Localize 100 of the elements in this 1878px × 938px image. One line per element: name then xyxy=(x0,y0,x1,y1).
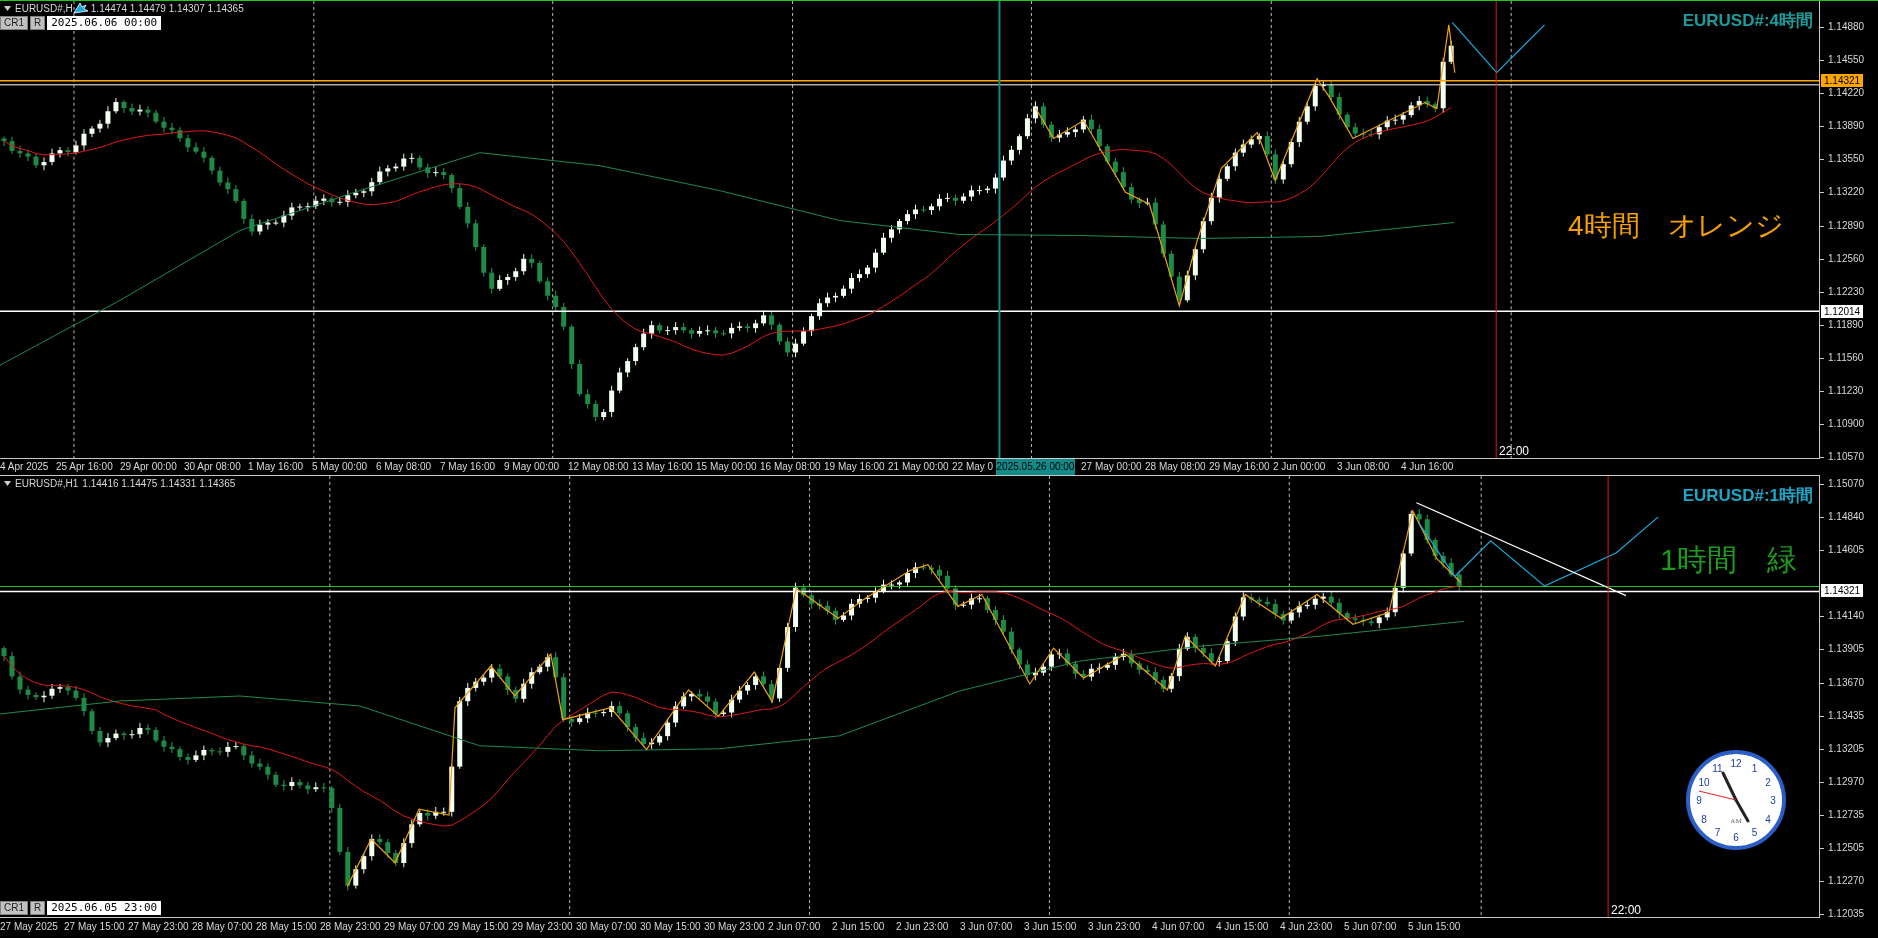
symbol-label: EURUSD#,H xyxy=(15,2,73,14)
time-tick-label: 12 May 08:00 xyxy=(568,460,630,474)
time-tick-label: 27 May 15:00 xyxy=(64,920,126,934)
price-tick-label: 1.13890 xyxy=(1828,119,1865,134)
price-tick-label: 1.12035 xyxy=(1828,907,1865,922)
price-tick-label: 1.13220 xyxy=(1828,185,1865,200)
price-tick-label: 1.14140 xyxy=(1828,609,1865,624)
time-tick-label: 2 Jun 00:00 xyxy=(1273,460,1327,474)
clock-number: 8 xyxy=(1701,813,1707,825)
date-field[interactable]: 2025.06.06 00:00 xyxy=(47,16,162,30)
price-label: 1.14321 xyxy=(1821,584,1864,597)
time-tick-label: 4 Jun 07:00 xyxy=(1152,920,1206,934)
time-tick-label: 28 May 23:00 xyxy=(320,920,382,934)
price-tick-label: 1.14550 xyxy=(1828,53,1865,68)
time-tick-label: 28 May 15:00 xyxy=(256,920,318,934)
time-tick-label: 2 Jun 15:00 xyxy=(832,920,886,934)
price-tick-label: 1.14880 xyxy=(1828,20,1865,34)
clock-number: 10 xyxy=(1698,776,1710,788)
time-tick-label: 4 Jun 23:00 xyxy=(1280,920,1334,934)
clock-number: 3 xyxy=(1770,795,1776,806)
time-tick-label: 30 May 23:00 xyxy=(704,920,766,934)
toolbar-button[interactable]: R xyxy=(30,901,46,915)
time-tick-label: 29 May 23:00 xyxy=(512,920,574,934)
price-tick-label: 1.12970 xyxy=(1828,774,1865,789)
price-tick-label: 1.12505 xyxy=(1828,841,1865,856)
clock-number: 11 xyxy=(1712,763,1723,774)
chart-note: 1時間 緑 xyxy=(1660,542,1797,578)
crosshair-time-label: 2025.05.26 00:00 xyxy=(996,459,1075,475)
price-tick-label: 1.14840 xyxy=(1828,510,1865,525)
toolbar-button[interactable]: CR1 xyxy=(0,16,28,30)
time-tick-label: 5 Jun 07:00 xyxy=(1344,920,1398,934)
time-tick-label: 13 May 16:00 xyxy=(632,460,694,474)
price-tick-label: 1.13550 xyxy=(1828,152,1865,167)
time-tick-label: 27 May 00:00 xyxy=(1081,460,1143,474)
clock-number: 12 xyxy=(1730,758,1742,769)
price-tick-label: 1.10570 xyxy=(1828,450,1865,465)
price-tick-label: 1.13205 xyxy=(1828,741,1865,756)
clock-number: 2 xyxy=(1765,776,1771,788)
time-tick-label: 30 May 07:00 xyxy=(576,920,638,934)
date-field[interactable]: 2025.06.05 23:00 xyxy=(47,901,162,915)
time-tick-label: 29 May 15:00 xyxy=(448,920,510,934)
clock-number: 7 xyxy=(1714,827,1721,838)
time-tick-label: 2 Jun 23:00 xyxy=(896,920,950,934)
price-tick-label: 1.13670 xyxy=(1828,675,1865,690)
chart-note: 4時間 オレンジ xyxy=(1568,209,1784,243)
chart-title: EURUSD#:1時間 xyxy=(1682,485,1813,507)
clock-number: 5 xyxy=(1751,827,1758,838)
time-tick-label: 19 May 16:00 xyxy=(824,460,886,474)
price-tick-label: 1.11230 xyxy=(1828,384,1864,399)
time-tick-label: 29 May 16:00 xyxy=(1209,460,1271,474)
price-tick-label: 1.15070 xyxy=(1828,477,1865,491)
price-label: 1.12014 xyxy=(1821,305,1864,318)
time-tick-label: 3 Jun 15:00 xyxy=(1024,920,1078,934)
time-tick-label: 4 Apr 2025 xyxy=(0,460,50,474)
price-tick-label: 1.12270 xyxy=(1828,874,1865,889)
clock-number: 6 xyxy=(1733,832,1739,843)
time-tick-label: 27 May 2025 xyxy=(0,920,59,934)
time-tick-label: 28 May 08:00 xyxy=(1145,460,1207,474)
time-tick-label: 27 May 23:00 xyxy=(128,920,190,934)
time-marker-label: 22:00 xyxy=(1611,904,1642,917)
time-tick-label: 15 May 00:00 xyxy=(696,460,758,474)
toolbar-button[interactable]: R xyxy=(30,16,46,30)
time-tick-label: 25 Apr 16:00 xyxy=(56,460,114,474)
price-tick-label: 1.11890 xyxy=(1828,317,1864,332)
time-tick-label: 4 Jun 15:00 xyxy=(1216,920,1270,934)
toolbar-button[interactable]: CR1 xyxy=(0,901,28,915)
time-tick-label: 3 Jun 07:00 xyxy=(960,920,1014,934)
time-tick-label: 29 Apr 00:00 xyxy=(120,460,178,474)
time-tick-label: 9 May 00:00 xyxy=(504,460,561,474)
time-tick-label: 3 Jun 08:00 xyxy=(1337,460,1391,474)
price-tick-label: 1.14220 xyxy=(1828,86,1865,101)
price-tick-label: 1.12230 xyxy=(1828,284,1865,299)
time-tick-label: 21 May 00:00 xyxy=(888,460,950,474)
clock-number: 4 xyxy=(1765,813,1771,825)
symbol-label: EURUSD#,H1 xyxy=(15,478,79,489)
time-marker-label: 22:00 xyxy=(1499,445,1530,458)
quote-values: 1.14416 1.14475 1.14331 1.14365 xyxy=(82,478,236,489)
price-tick-label: 1.13905 xyxy=(1828,642,1865,657)
time-tick-label: 5 May 00:00 xyxy=(312,460,369,474)
time-tick-label: 28 May 07:00 xyxy=(192,920,254,934)
quote-values: 1.14474 1.14479 1.14307 1.14365 xyxy=(90,2,244,14)
time-tick-label: 29 May 07:00 xyxy=(384,920,446,934)
price-tick-label: 1.12735 xyxy=(1828,807,1865,822)
time-tick-label: 30 Apr 08:00 xyxy=(184,460,242,474)
time-tick-label: 16 May 08:00 xyxy=(760,460,822,474)
time-tick-label: 2 Jun 07:00 xyxy=(768,920,822,934)
time-tick-label: 1 May 16:00 xyxy=(248,460,305,474)
price-tick-label: 1.10900 xyxy=(1828,417,1865,432)
price-label: 1.14321 xyxy=(1821,74,1864,87)
clock-number: 1 xyxy=(1751,763,1758,774)
time-tick-label: 7 May 16:00 xyxy=(440,460,497,474)
time-tick-label: 6 May 08:00 xyxy=(376,460,433,474)
chart-title: EURUSD#:4時間 xyxy=(1682,10,1813,32)
price-tick-label: 1.13435 xyxy=(1828,708,1865,723)
time-tick-label: 30 May 15:00 xyxy=(640,920,702,934)
price-tick-label: 1.12560 xyxy=(1828,251,1865,266)
time-tick-label: 5 Jun 15:00 xyxy=(1408,920,1462,934)
time-tick-label: 4 Jun 16:00 xyxy=(1401,460,1455,474)
time-tick-label: 3 Jun 23:00 xyxy=(1088,920,1142,934)
price-tick-label: 1.14605 xyxy=(1828,543,1865,558)
